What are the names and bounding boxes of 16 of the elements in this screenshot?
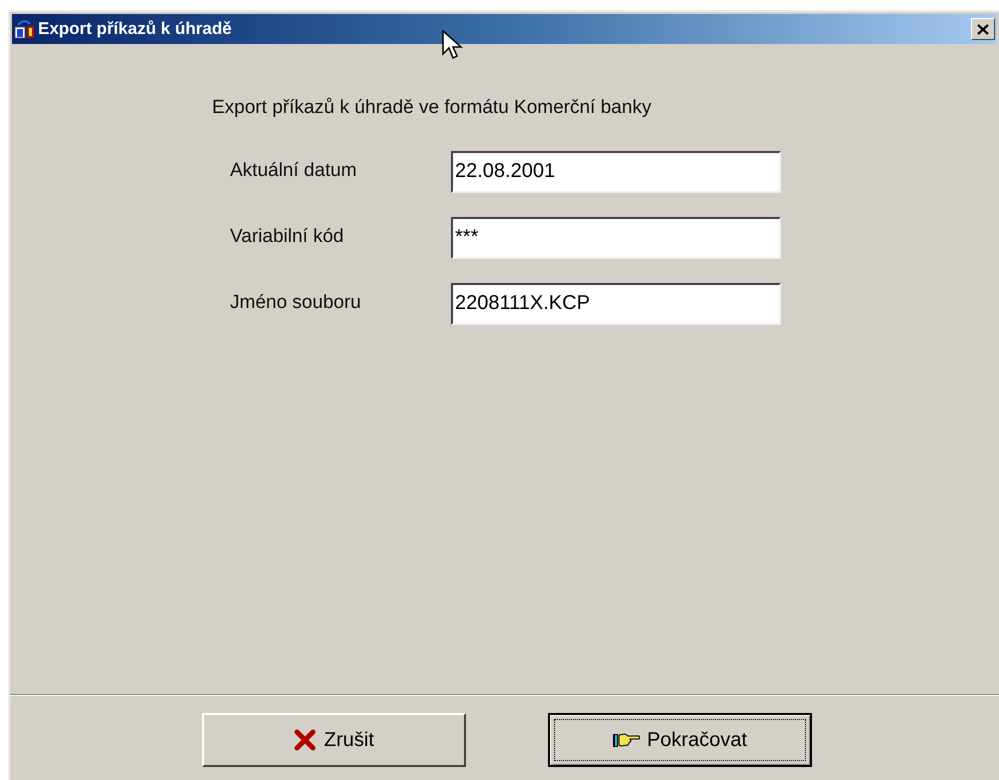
close-icon [977,24,989,34]
field-label: Aktuální datum [230,159,358,184]
dialog-heading: Export příkazů k úhradě ve formátu Komerční banky [211,96,652,120]
cursor-icon [442,30,466,62]
app-icon [14,19,36,39]
close-button[interactable] [971,18,995,40]
input-field[interactable]: 2208111X.KCP [451,282,781,324]
window-title: Export příkazů k úhradě [38,18,232,40]
field-label: Jméno souboru [230,291,362,316]
dialog-button[interactable]: Zrušit [202,713,466,767]
input-field[interactable]: 22.08.2001 [451,150,781,192]
pointing-hand-icon [612,731,641,749]
input-field[interactable]: *** [451,216,781,258]
x-mark-icon [294,729,316,751]
field-label: Variabilní kód [230,225,345,250]
dialog-button[interactable]: Pokračovat [548,713,812,767]
